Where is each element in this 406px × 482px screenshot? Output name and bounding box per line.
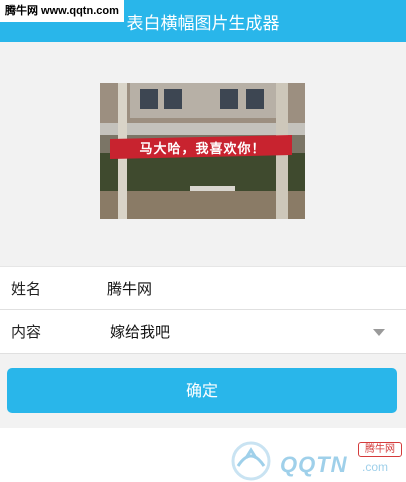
dropdown-arrow-icon[interactable] xyxy=(373,329,385,336)
watermark-bottom: QQTN .com 腾牛网 xyxy=(226,436,406,482)
preview-area: 马大哈，我喜欢你！ xyxy=(0,42,406,266)
banner-text: 马大哈，我喜欢你！ xyxy=(139,142,266,157)
banner-preview-image: 马大哈，我喜欢你！ xyxy=(100,83,305,219)
content-select[interactable]: 嫁给我吧 xyxy=(110,321,170,342)
content-row[interactable]: 内容 嫁给我吧 xyxy=(0,310,406,354)
name-row: 姓名 腾牛网 xyxy=(0,266,406,310)
confirm-button[interactable]: 确定 xyxy=(7,368,397,413)
name-input[interactable]: 腾牛网 xyxy=(107,278,152,299)
watermark-suffix: .com xyxy=(362,460,389,474)
watermark-top: 腾牛网 www.qqtn.com xyxy=(0,0,124,22)
watermark-badge: 腾牛网 xyxy=(358,442,402,457)
watermark-brand: QQTN xyxy=(280,452,348,477)
form: 姓名 腾牛网 内容 嫁给我吧 xyxy=(0,266,406,354)
content-label: 内容 xyxy=(11,323,42,341)
qqtn-logo-icon xyxy=(231,441,271,481)
name-label: 姓名 xyxy=(11,280,42,298)
